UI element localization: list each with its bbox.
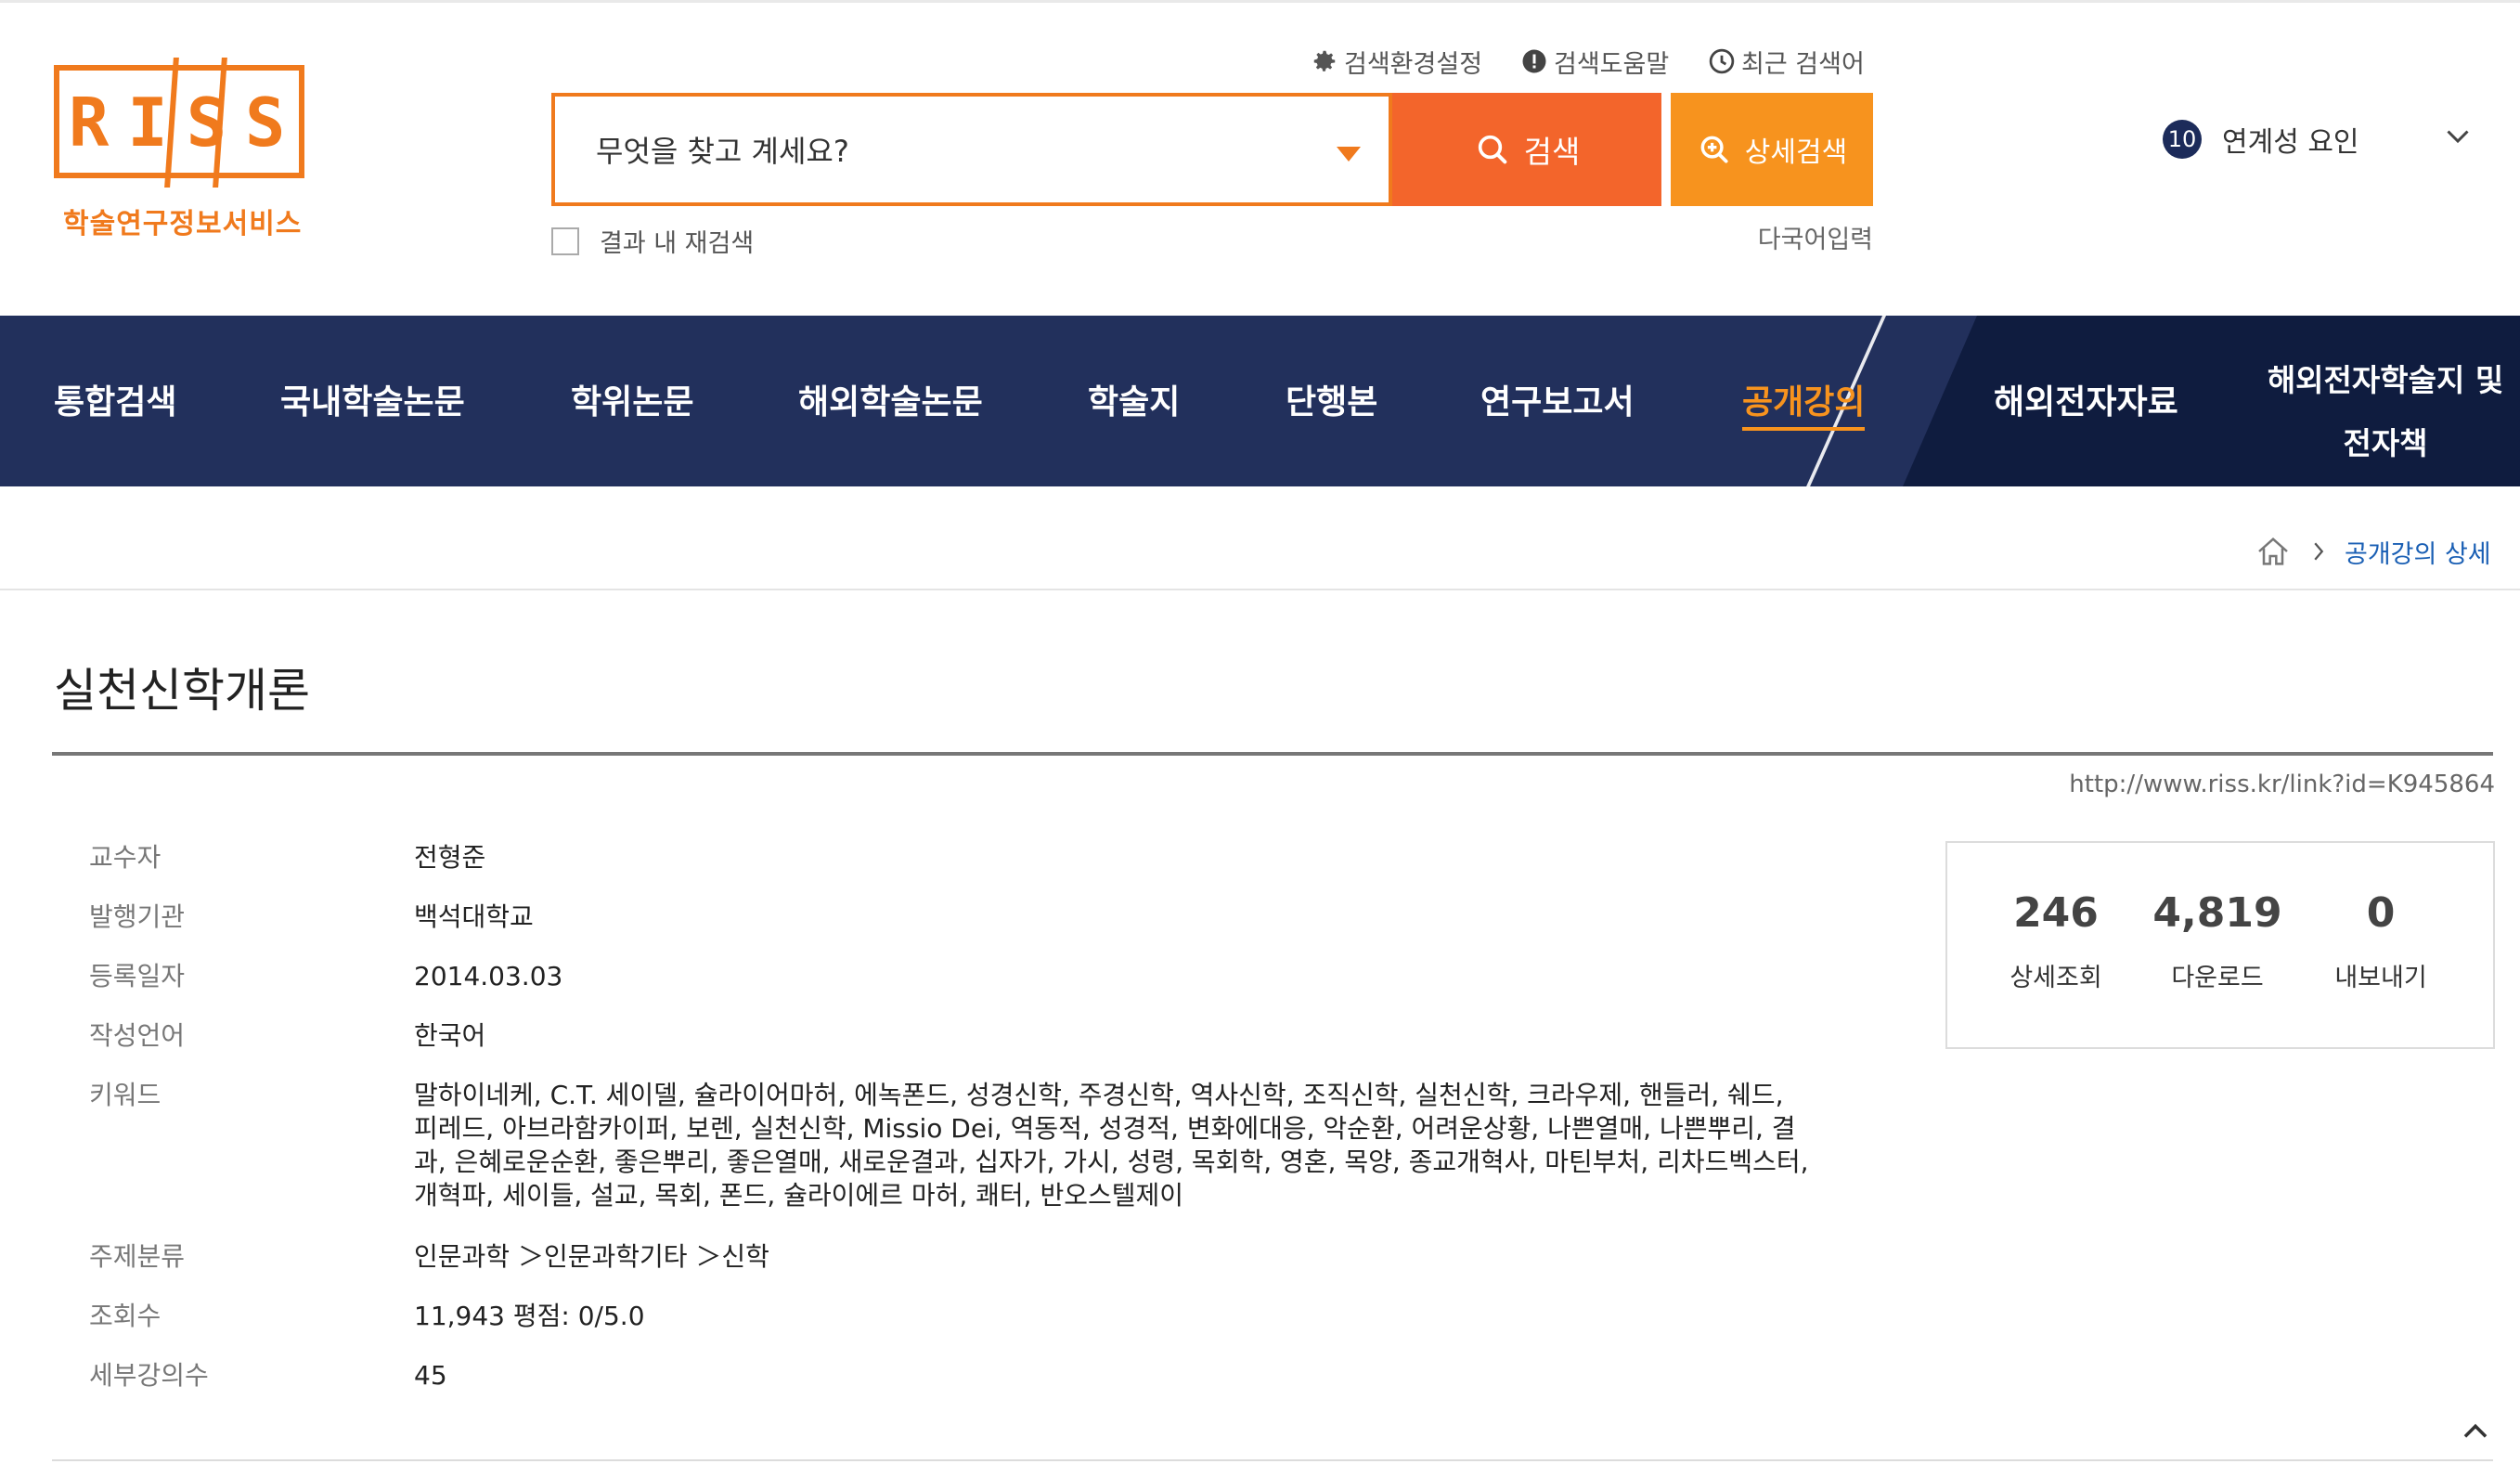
search-settings-link[interactable]: 검색환경설정 [1311, 45, 1483, 79]
advanced-search-button[interactable]: 상세검색 [1671, 93, 1873, 206]
search-box[interactable]: 무엇을 찾고 계세요? [551, 93, 1392, 206]
keywords-value: 말하이네케, C.T. 세이델, 슐라이어마허, 에녹폰드, 성경신학, 주경신… [414, 1080, 1809, 1211]
detail-label: 주제분류 [89, 1241, 186, 1272]
logo-subtitle: 학술연구정보서비스 [63, 208, 303, 240]
nav-item-foreign-ejournals[interactable]: 해외전자학술지 및 전자책 [2265, 349, 2506, 475]
breadcrumb-divider [0, 589, 2520, 590]
recent-searches-label: 최근 검색어 [1741, 49, 1865, 79]
chevron-right-icon [2314, 542, 2324, 561]
stat-label: 내보내기 [2334, 964, 2427, 992]
nav-item-theses[interactable]: 학위논문 [571, 375, 693, 423]
stat-number: 0 [2366, 889, 2396, 937]
nav-item-books[interactable]: 단행본 [1286, 375, 1377, 423]
nav-item-journals[interactable]: 학술지 [1088, 375, 1180, 423]
nav-item-foreign-papers[interactable]: 해외학술논문 [798, 375, 983, 423]
home-icon[interactable] [2254, 533, 2293, 570]
nav-item-foreign-eresources[interactable]: 해외전자자료 [1994, 375, 2178, 423]
gear-icon [1313, 50, 1336, 71]
search-help-label: 검색도움말 [1554, 49, 1670, 79]
stat-number: 246 [2013, 889, 2099, 937]
breadcrumb: 공개강의 상세 [2254, 533, 2491, 570]
nav-item-foreign-ejournals-line1: 해외전자학술지 및 [2267, 362, 2504, 398]
nav-item-open-lectures[interactable]: 공개강의 [1742, 375, 1866, 431]
top-border [0, 0, 2520, 3]
detail-value: 45 [414, 1360, 447, 1391]
subject-value[interactable]: 인문과학 ＞인문과학기타 ＞신학 [414, 1240, 1816, 1274]
multilang-input-link[interactable]: 다국어입력 [1717, 219, 1873, 255]
detail-label: 키워드 [89, 1080, 162, 1110]
nav-item-foreign-ejournals-line2: 전자책 [2343, 425, 2428, 461]
stat-label: 다운로드 [2171, 964, 2264, 992]
detail-value: 2014.03.03 [414, 961, 563, 991]
search-button-label: 검색 [1523, 134, 1581, 170]
title-divider [52, 752, 2493, 756]
riss-logo[interactable]: RISS 학술연구정보서비스 [48, 54, 317, 240]
related-count-badge: 10 [2163, 120, 2202, 159]
main-nav: 통합검색 국내학술논문 학위논문 해외학술논문 학술지 단행본 연구보고서 공개… [0, 316, 2520, 501]
search-button[interactable]: 검색 [1392, 93, 1661, 206]
search-within-results-label: 결과 내 재검색 [600, 229, 755, 258]
detail-value: 전형준 [414, 842, 486, 873]
stat-label: 상세조회 [2010, 964, 2102, 992]
permalink[interactable]: http://www.riss.kr/link?id=K945864 [1949, 771, 2495, 798]
recent-searches-link[interactable]: 최근 검색어 [1708, 45, 1865, 79]
usage-stats-box: 246 상세조회 4,819 다운로드 0 내보내기 [1945, 841, 2495, 1049]
nav-item-integrated-search[interactable]: 통합검색 [54, 375, 176, 423]
detail-label: 세부강의수 [89, 1360, 209, 1391]
nav-item-domestic-papers[interactable]: 국내학술논문 [280, 375, 465, 423]
exclamation-icon [1522, 49, 1546, 73]
stat-downloads: 4,819 다운로드 [2139, 889, 2296, 993]
search-help-link[interactable]: 검색도움말 [1520, 45, 1670, 79]
stat-detail-views: 246 상세조회 [1977, 889, 2135, 993]
search-icon [1478, 135, 1506, 164]
detail-label: 조회수 [89, 1301, 162, 1331]
logo-letters: RISS [69, 84, 304, 162]
zoom-plus-icon [1700, 136, 1728, 163]
stat-exports: 0 내보내기 [2302, 889, 2460, 993]
detail-label: 발행기관 [89, 901, 186, 932]
page-title: 실천신학개론 [54, 664, 310, 718]
detail-label: 작성언어 [89, 1020, 186, 1051]
stat-number: 4,819 [2152, 889, 2282, 937]
detail-label: 등록일자 [89, 961, 186, 991]
advanced-search-label: 상세검색 [1744, 136, 1848, 169]
bottom-divider [52, 1459, 2493, 1461]
clock-icon [1709, 48, 1735, 74]
search-within-results-checkbox[interactable]: 결과 내 재검색 [551, 223, 754, 259]
breadcrumb-current[interactable]: 공개강의 상세 [2345, 534, 2491, 570]
detail-label: 교수자 [89, 842, 162, 873]
detail-value: 한국어 [414, 1020, 486, 1051]
chevron-down-icon[interactable] [2441, 119, 2475, 152]
related-factors[interactable]: 10 연계성 요인 [2163, 119, 2359, 160]
detail-value: 11,943 평점: 0/5.0 [414, 1301, 645, 1331]
chevron-up-icon[interactable] [2458, 1413, 2493, 1448]
nav-item-research-reports[interactable]: 연구보고서 [1480, 375, 1635, 423]
related-factors-label: 연계성 요인 [2222, 126, 2359, 159]
search-type-dropdown-icon[interactable] [1337, 147, 1361, 162]
search-settings-label: 검색환경설정 [1344, 49, 1483, 79]
checkbox-box[interactable] [551, 227, 579, 255]
detail-value: 백석대학교 [414, 901, 534, 932]
search-input[interactable]: 무엇을 찾고 계세요? [596, 128, 849, 171]
